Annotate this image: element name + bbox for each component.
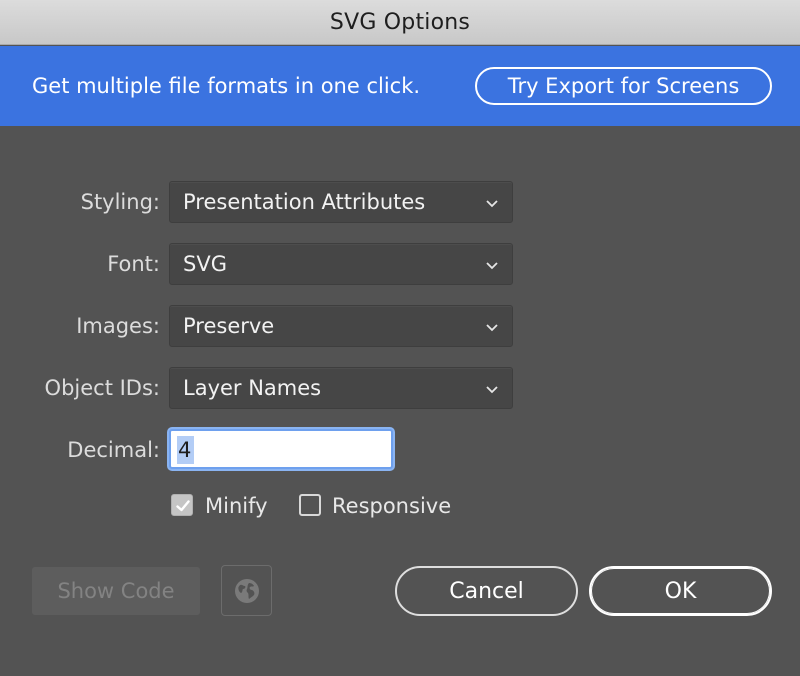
chevron-down-icon <box>486 324 498 332</box>
decimal-label: Decimal: <box>67 438 160 462</box>
export-promo-banner: Get multiple file formats in one click. … <box>0 46 800 126</box>
object-ids-value: Layer Names <box>183 376 322 400</box>
responsive-checkbox[interactable] <box>299 494 321 516</box>
checkmark-icon <box>176 500 190 512</box>
chevron-down-icon <box>486 200 498 208</box>
minify-label[interactable]: Minify <box>205 490 268 522</box>
options-row: Minify Responsive <box>0 490 800 522</box>
show-code-button[interactable]: Show Code <box>32 567 200 615</box>
decimal-value: 4 <box>178 438 192 462</box>
font-value: SVG <box>183 252 227 276</box>
styling-value: Presentation Attributes <box>183 190 426 214</box>
chevron-down-icon <box>486 386 498 394</box>
object-ids-select[interactable]: Layer Names <box>169 367 513 409</box>
decimal-row: Decimal: 4 <box>0 429 800 471</box>
minify-checkbox[interactable] <box>171 494 193 516</box>
cancel-button[interactable]: Cancel <box>395 566 578 616</box>
object-ids-label: Object IDs: <box>44 376 160 400</box>
chevron-down-icon <box>486 262 498 270</box>
styling-row: Styling: Presentation Attributes <box>0 181 800 223</box>
responsive-label[interactable]: Responsive <box>332 490 451 522</box>
decimal-input[interactable] <box>169 429 393 469</box>
globe-icon <box>234 578 259 603</box>
styling-label: Styling: <box>80 190 160 214</box>
title-bar: SVG Options <box>0 0 800 45</box>
images-select[interactable]: Preserve <box>169 305 513 347</box>
object-ids-row: Object IDs: Layer Names <box>0 367 800 409</box>
ok-button[interactable]: OK <box>589 566 772 616</box>
globe-button[interactable] <box>221 565 272 616</box>
font-select[interactable]: SVG <box>169 243 513 285</box>
font-row: Font: SVG <box>0 243 800 285</box>
banner-message: Get multiple file formats in one click. <box>32 74 421 98</box>
styling-select[interactable]: Presentation Attributes <box>169 181 513 223</box>
font-label: Font: <box>107 252 160 276</box>
try-export-for-screens-button[interactable]: Try Export for Screens <box>475 67 772 105</box>
svg-options-dialog: SVG Options Get multiple file formats in… <box>0 0 800 676</box>
images-label: Images: <box>76 314 160 338</box>
window-title: SVG Options <box>329 9 471 35</box>
images-value: Preserve <box>183 314 275 338</box>
images-row: Images: Preserve <box>0 305 800 347</box>
